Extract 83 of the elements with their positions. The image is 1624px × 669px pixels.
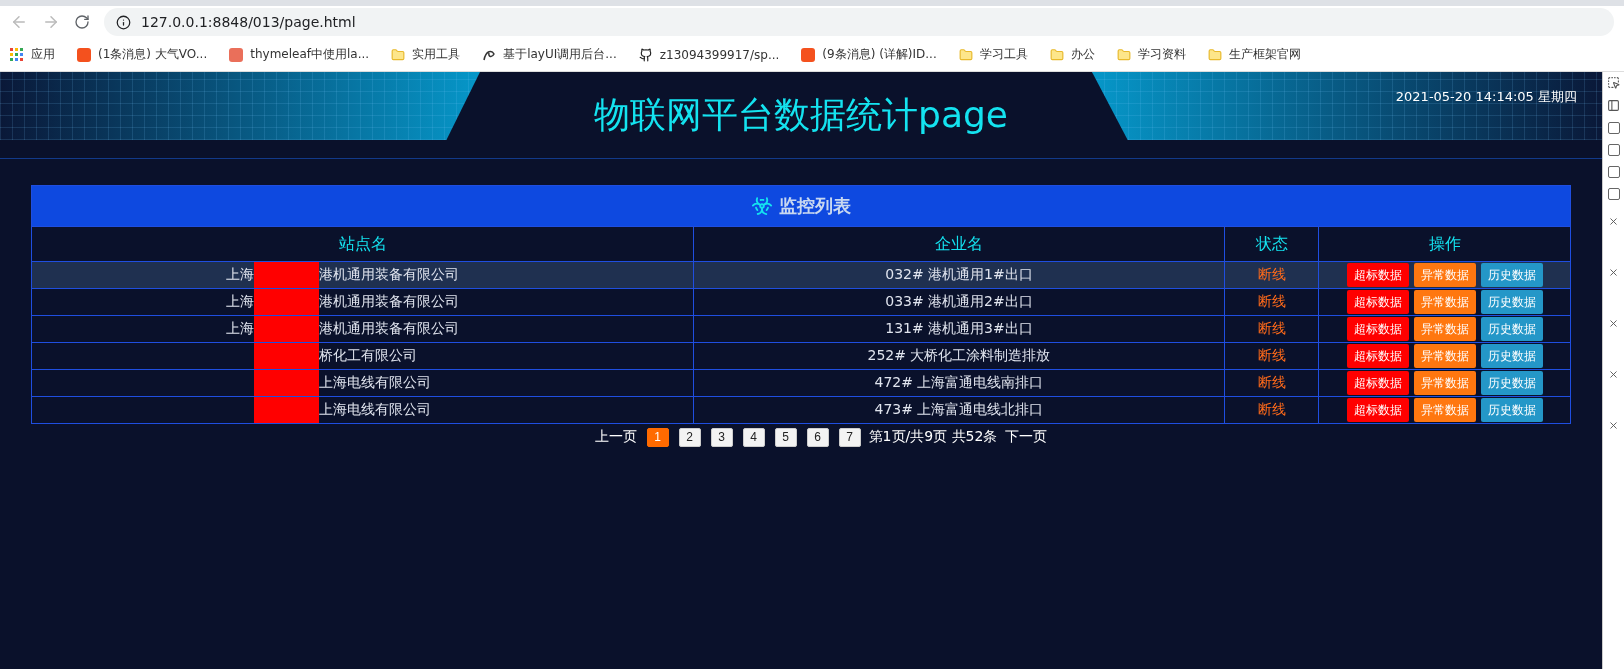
folder-icon [1116, 47, 1131, 62]
action-button[interactable]: 超标数据 [1346, 263, 1409, 287]
close-icon[interactable] [1608, 318, 1619, 329]
close-icon[interactable] [1608, 216, 1619, 227]
checkbox[interactable] [1607, 122, 1620, 134]
page-button[interactable]: 6 [806, 427, 829, 447]
action-button[interactable]: 超标数据 [1346, 371, 1409, 395]
table-cell: 033# 港机通用2#出口 [693, 289, 1224, 315]
action-button[interactable]: 超标数据 [1346, 344, 1409, 368]
square-logo-icon [229, 47, 244, 62]
close-icon[interactable] [1608, 420, 1619, 431]
page-button[interactable]: 5 [774, 427, 797, 447]
datetime-text: 2021-05-20 14:14:05 星期四 [1395, 88, 1577, 106]
page-summary: 第1页/共9页 共52条 [868, 428, 998, 446]
table-row[interactable]: 上海电线有限公司 472# 上海富通电线南排口 断线 超标数据 异常数据 历史数据 [32, 369, 1570, 396]
table-cell-text: 上海 [225, 292, 254, 311]
bookmark-link[interactable]: 实用工具 [391, 46, 461, 63]
table-row[interactable]: 上海 港机通用装备有限公司 033# 港机通用2#出口 断线 超标数据 异常数据 历史数据 [32, 288, 1570, 315]
action-button[interactable]: 超标数据 [1346, 398, 1409, 422]
page-title: 物联网平台数据统计page [594, 92, 1008, 137]
bookmark-link[interactable]: thymeleaf中使用la... [229, 46, 370, 63]
bookmark-link[interactable]: 学习工具 [958, 46, 1028, 63]
c-logo-icon [77, 47, 91, 62]
address-bar[interactable]: 127.0.0.1:8848/013/page.html [104, 8, 1614, 36]
checkbox[interactable] [1607, 188, 1620, 200]
reload-icon[interactable] [74, 14, 90, 30]
bookmark-link[interactable]: (1条消息) 大气VO... [77, 46, 208, 63]
action-button[interactable]: 超标数据 [1346, 317, 1409, 341]
bookmark-link[interactable]: 应用 [10, 46, 55, 63]
table-cell: 131# 港机通用3#出口 [693, 316, 1224, 342]
status-text: 断线 [1257, 320, 1286, 338]
device-icon[interactable] [1607, 99, 1620, 112]
table-title: 监控列表 [779, 194, 851, 218]
status-text: 断线 [1257, 293, 1286, 311]
table-cell: 252# 大桥化工涂料制造排放 [693, 343, 1224, 369]
folder-icon [1049, 47, 1064, 62]
bookmark-link[interactable]: 学习资料 [1116, 46, 1186, 63]
status-text: 断线 [1257, 347, 1286, 365]
page-button[interactable]: 4 [742, 427, 765, 447]
apps-grid-icon [10, 47, 24, 62]
table-cell-text: 港机通用装备有限公司 [319, 265, 460, 284]
table-cell-text: 上海电线有限公司 [319, 373, 432, 392]
folder-icon [958, 47, 973, 62]
table-cell: 032# 港机通用1#出口 [693, 262, 1224, 288]
page-button[interactable]: 3 [710, 427, 733, 447]
inspect-icon[interactable] [1607, 76, 1620, 89]
table-cell-text: 港机通用装备有限公司 [319, 319, 460, 338]
table-cell-text: 上海 [225, 265, 254, 284]
next-page-link[interactable]: 下一页 [1005, 428, 1048, 446]
page-button[interactable]: 7 [838, 427, 861, 447]
close-icon[interactable] [1608, 369, 1619, 380]
column-header: 站点名 [337, 232, 388, 255]
checkbox[interactable] [1607, 166, 1620, 178]
status-text: 断线 [1257, 401, 1286, 419]
table-row[interactable]: 上海 港机通用装备有限公司 032# 港机通用1#出口 断线 超标数据 异常数据 历史数据 [32, 261, 1570, 288]
prev-page-link[interactable]: 上一页 [594, 428, 637, 446]
table-cell-text: 港机通用装备有限公司 [319, 292, 460, 311]
c-logo-icon [801, 47, 816, 62]
biohazard-icon [751, 195, 773, 217]
status-text: 断线 [1257, 374, 1286, 392]
folder-icon [391, 47, 406, 62]
table-row[interactable]: 桥化工有限公司 252# 大桥化工涂料制造排放 断线 超标数据 异常数据 历史数据 [32, 342, 1570, 369]
checkbox[interactable] [1607, 144, 1620, 156]
bookmark-link[interactable]: (9条消息) (详解)ID... [801, 46, 937, 63]
table-cell: 473# 上海富通电线北排口 [693, 397, 1224, 423]
table-cell: 472# 上海富通电线南排口 [693, 370, 1224, 396]
table-cell-text: 上海 [225, 319, 254, 338]
table-cell-text: 桥化工有限公司 [319, 346, 418, 365]
table-row[interactable]: 上海电线有限公司 473# 上海富通电线北排口 断线 超标数据 异常数据 历史数据 [32, 396, 1570, 423]
folder-icon [1207, 47, 1222, 62]
bookmark-link[interactable]: z13094399917/sp... [638, 47, 780, 62]
bookmark-link[interactable]: 基于layUI调用后台... [482, 46, 617, 63]
page-button[interactable]: 2 [678, 427, 701, 447]
bookmark-link[interactable]: 生产框架官网 [1207, 46, 1301, 63]
table-cell-text: 上海电线有限公司 [319, 400, 432, 419]
table-row[interactable]: 上海 港机通用装备有限公司 131# 港机通用3#出口 断线 超标数据 异常数据 历史数据 [32, 315, 1570, 342]
info-icon[interactable] [116, 14, 131, 30]
url-text: 127.0.0.1:8848/013/page.html [141, 14, 356, 30]
bookmark-link[interactable]: 办公 [1049, 46, 1095, 63]
close-icon[interactable] [1608, 267, 1619, 278]
status-text: 断线 [1257, 266, 1286, 284]
github-icon [638, 47, 653, 62]
action-button[interactable]: 超标数据 [1346, 290, 1409, 314]
